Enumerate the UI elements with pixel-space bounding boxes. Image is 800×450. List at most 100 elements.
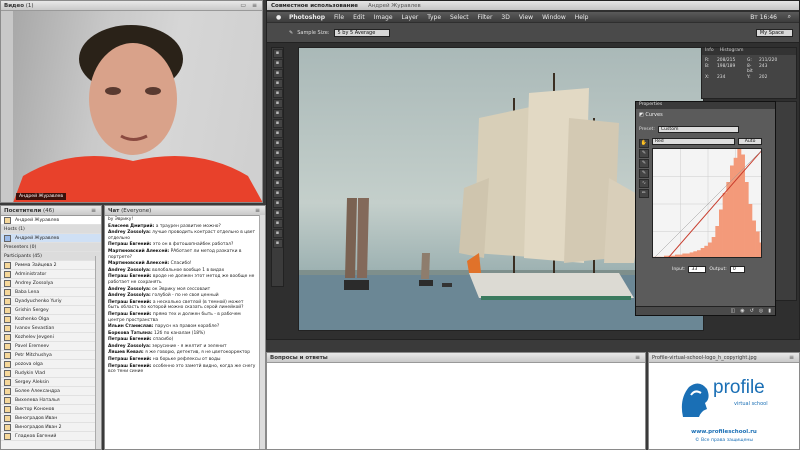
preset-select[interactable]: Custom: [657, 126, 740, 133]
menu-item[interactable]: Select: [450, 14, 469, 21]
eyedropper-black-icon[interactable]: ✎: [639, 149, 649, 158]
scrollbar[interactable]: [259, 215, 265, 449]
eyedropper-tool-icon[interactable]: ▪: [272, 99, 283, 108]
participant-name: Виноградов Иван 2: [15, 424, 62, 430]
search-icon[interactable]: ⌕: [788, 13, 791, 21]
move-tool-icon[interactable]: ▪: [272, 49, 283, 58]
blur-tool-icon[interactable]: ▪: [272, 169, 283, 178]
pod-options-icon[interactable]: ≡: [91, 207, 98, 214]
menu-item[interactable]: Layer: [402, 14, 419, 21]
apple-icon[interactable]: ●: [276, 14, 281, 21]
chat-text: парусн на правом корабле?: [154, 324, 220, 330]
marquee-tool-icon[interactable]: ▪: [272, 59, 283, 68]
trash-icon[interactable]: ▮: [768, 308, 771, 314]
channel-select[interactable]: Red: [652, 138, 735, 145]
pod-options-icon[interactable]: ≡: [789, 354, 796, 361]
participant-row[interactable]: pozova olga: [1, 360, 101, 369]
participant-row[interactable]: Grishin Sergey: [1, 306, 101, 315]
menu-item[interactable]: File: [334, 14, 344, 21]
tab-histogram[interactable]: Histogram: [720, 48, 744, 55]
eyedropper-white-icon[interactable]: ✎: [639, 169, 649, 178]
participant-row[interactable]: Baba Lena: [1, 288, 101, 297]
participants-group[interactable]: Participants (45): [1, 252, 101, 261]
crop-tool-icon[interactable]: ▪: [272, 89, 283, 98]
menu-item[interactable]: Image: [374, 14, 393, 21]
gradient-tool-icon[interactable]: ▪: [272, 159, 283, 168]
ps-app-name[interactable]: Photoshop: [289, 14, 325, 21]
participant-row[interactable]: Andrey Zossolya: [1, 279, 101, 288]
pod-options-icon[interactable]: ▭ ≡: [240, 2, 259, 9]
participant-row[interactable]: Вихелева Наталья: [1, 396, 101, 405]
finger-tool-icon[interactable]: ✋: [639, 139, 649, 148]
auto-button[interactable]: Auto: [737, 138, 763, 145]
menu-item[interactable]: 3D: [501, 14, 509, 21]
participant-row[interactable]: Kozhelev Jevgeni: [1, 333, 101, 342]
zoom-tool-icon[interactable]: ▪: [272, 239, 283, 248]
participant-row[interactable]: Виноградов Иван: [1, 414, 101, 423]
menu-item[interactable]: Filter: [478, 14, 493, 21]
chat-message: Мартиновский Алексей: РАботает ли метод …: [105, 248, 259, 260]
eyedropper-gray-icon[interactable]: ✎: [639, 159, 649, 168]
eraser-tool-icon[interactable]: ▪: [272, 149, 283, 158]
menu-item[interactable]: Type: [427, 14, 441, 21]
host-row[interactable]: Андрей Журавлев: [1, 234, 101, 243]
eyedropper-icon[interactable]: ✎: [289, 30, 293, 36]
sample-size-select[interactable]: 5 by 5 Average: [333, 28, 391, 37]
menu-item[interactable]: Help: [575, 14, 589, 21]
participant-row[interactable]: Administrator: [1, 270, 101, 279]
pen-tool-icon[interactable]: ▪: [272, 189, 283, 198]
participant-row[interactable]: Виктор Кононов: [1, 405, 101, 414]
tab-info[interactable]: Info: [705, 48, 714, 55]
type-tool-icon[interactable]: ▪: [272, 199, 283, 208]
menu-item[interactable]: Edit: [353, 14, 365, 21]
logo-sub: virtual school: [734, 401, 768, 407]
view-previous-icon[interactable]: ◉: [740, 308, 744, 314]
chat-text: 12б по каналам (18%): [154, 330, 205, 336]
path-select-tool-icon[interactable]: ▪: [272, 209, 283, 218]
shape-tool-icon[interactable]: ▪: [272, 219, 283, 228]
menu-item[interactable]: View: [519, 14, 533, 21]
chat-message: Петраш Евгений: особенно это заметй видн…: [105, 363, 259, 375]
visibility-icon[interactable]: ◎: [759, 308, 763, 314]
pod-options-icon[interactable]: ≡: [255, 207, 262, 214]
participant-row[interactable]: Более Александра: [1, 387, 101, 396]
chat-text: это он в фотошопнайбек работал?: [152, 242, 234, 248]
brush-tool-icon[interactable]: ▪: [272, 119, 283, 128]
curves-graph[interactable]: [652, 148, 762, 258]
participant-row[interactable]: Римма Зайцева 2: [1, 261, 101, 270]
participant-row[interactable]: Sergey Aleksin: [1, 378, 101, 387]
participant-row[interactable]: Rudykin Vlad: [1, 369, 101, 378]
curve-point-icon[interactable]: ∿: [639, 179, 649, 188]
scrollbar[interactable]: [95, 256, 101, 449]
pencil-icon[interactable]: ✏: [639, 189, 649, 198]
pod-options-icon[interactable]: ≡: [635, 354, 642, 361]
quick-select-tool-icon[interactable]: ▪: [272, 79, 283, 88]
chat-text: зерусиние - я желтит и зеленит: [152, 343, 227, 349]
hand-tool-icon[interactable]: ▪: [272, 229, 283, 238]
output-field[interactable]: 0: [729, 266, 745, 273]
reset-icon[interactable]: ↺: [750, 308, 754, 314]
participant-row[interactable]: Dyadyuchenko Yuriy: [1, 297, 101, 306]
workspace-select[interactable]: My Space: [755, 28, 793, 37]
clip-icon[interactable]: ◫: [731, 308, 736, 314]
participant-row[interactable]: Petr Mitchushya: [1, 351, 101, 360]
person-icon: [4, 360, 11, 368]
participant-row[interactable]: Гладков Евгений: [1, 432, 101, 441]
histogram-bar: [752, 220, 756, 257]
input-field[interactable]: 33: [688, 266, 707, 273]
history-brush-tool-icon[interactable]: ▪: [272, 139, 283, 148]
hosts-group[interactable]: Hosts (1): [1, 225, 101, 234]
lasso-tool-icon[interactable]: ▪: [272, 69, 283, 78]
participant-row[interactable]: Pavel Eremeev: [1, 342, 101, 351]
participant-row[interactable]: Ivanov Sevastian: [1, 324, 101, 333]
presenters-group[interactable]: Presenters (0): [1, 243, 101, 252]
participant-row[interactable]: Kozhenko Olga: [1, 315, 101, 324]
chat-text: ок Эврику моя сессоваит: [152, 286, 211, 292]
stamp-tool-icon[interactable]: ▪: [272, 129, 283, 138]
logo-pod-header: Profile-virtual-school-logo_h_copyright.…: [649, 353, 799, 363]
healing-tool-icon[interactable]: ▪: [272, 109, 283, 118]
participant-row[interactable]: Виноградов Иван 2: [1, 423, 101, 432]
dodge-tool-icon[interactable]: ▪: [272, 179, 283, 188]
my-status-row[interactable]: Андрей Журавлев: [1, 216, 101, 225]
menu-item[interactable]: Window: [542, 14, 566, 21]
